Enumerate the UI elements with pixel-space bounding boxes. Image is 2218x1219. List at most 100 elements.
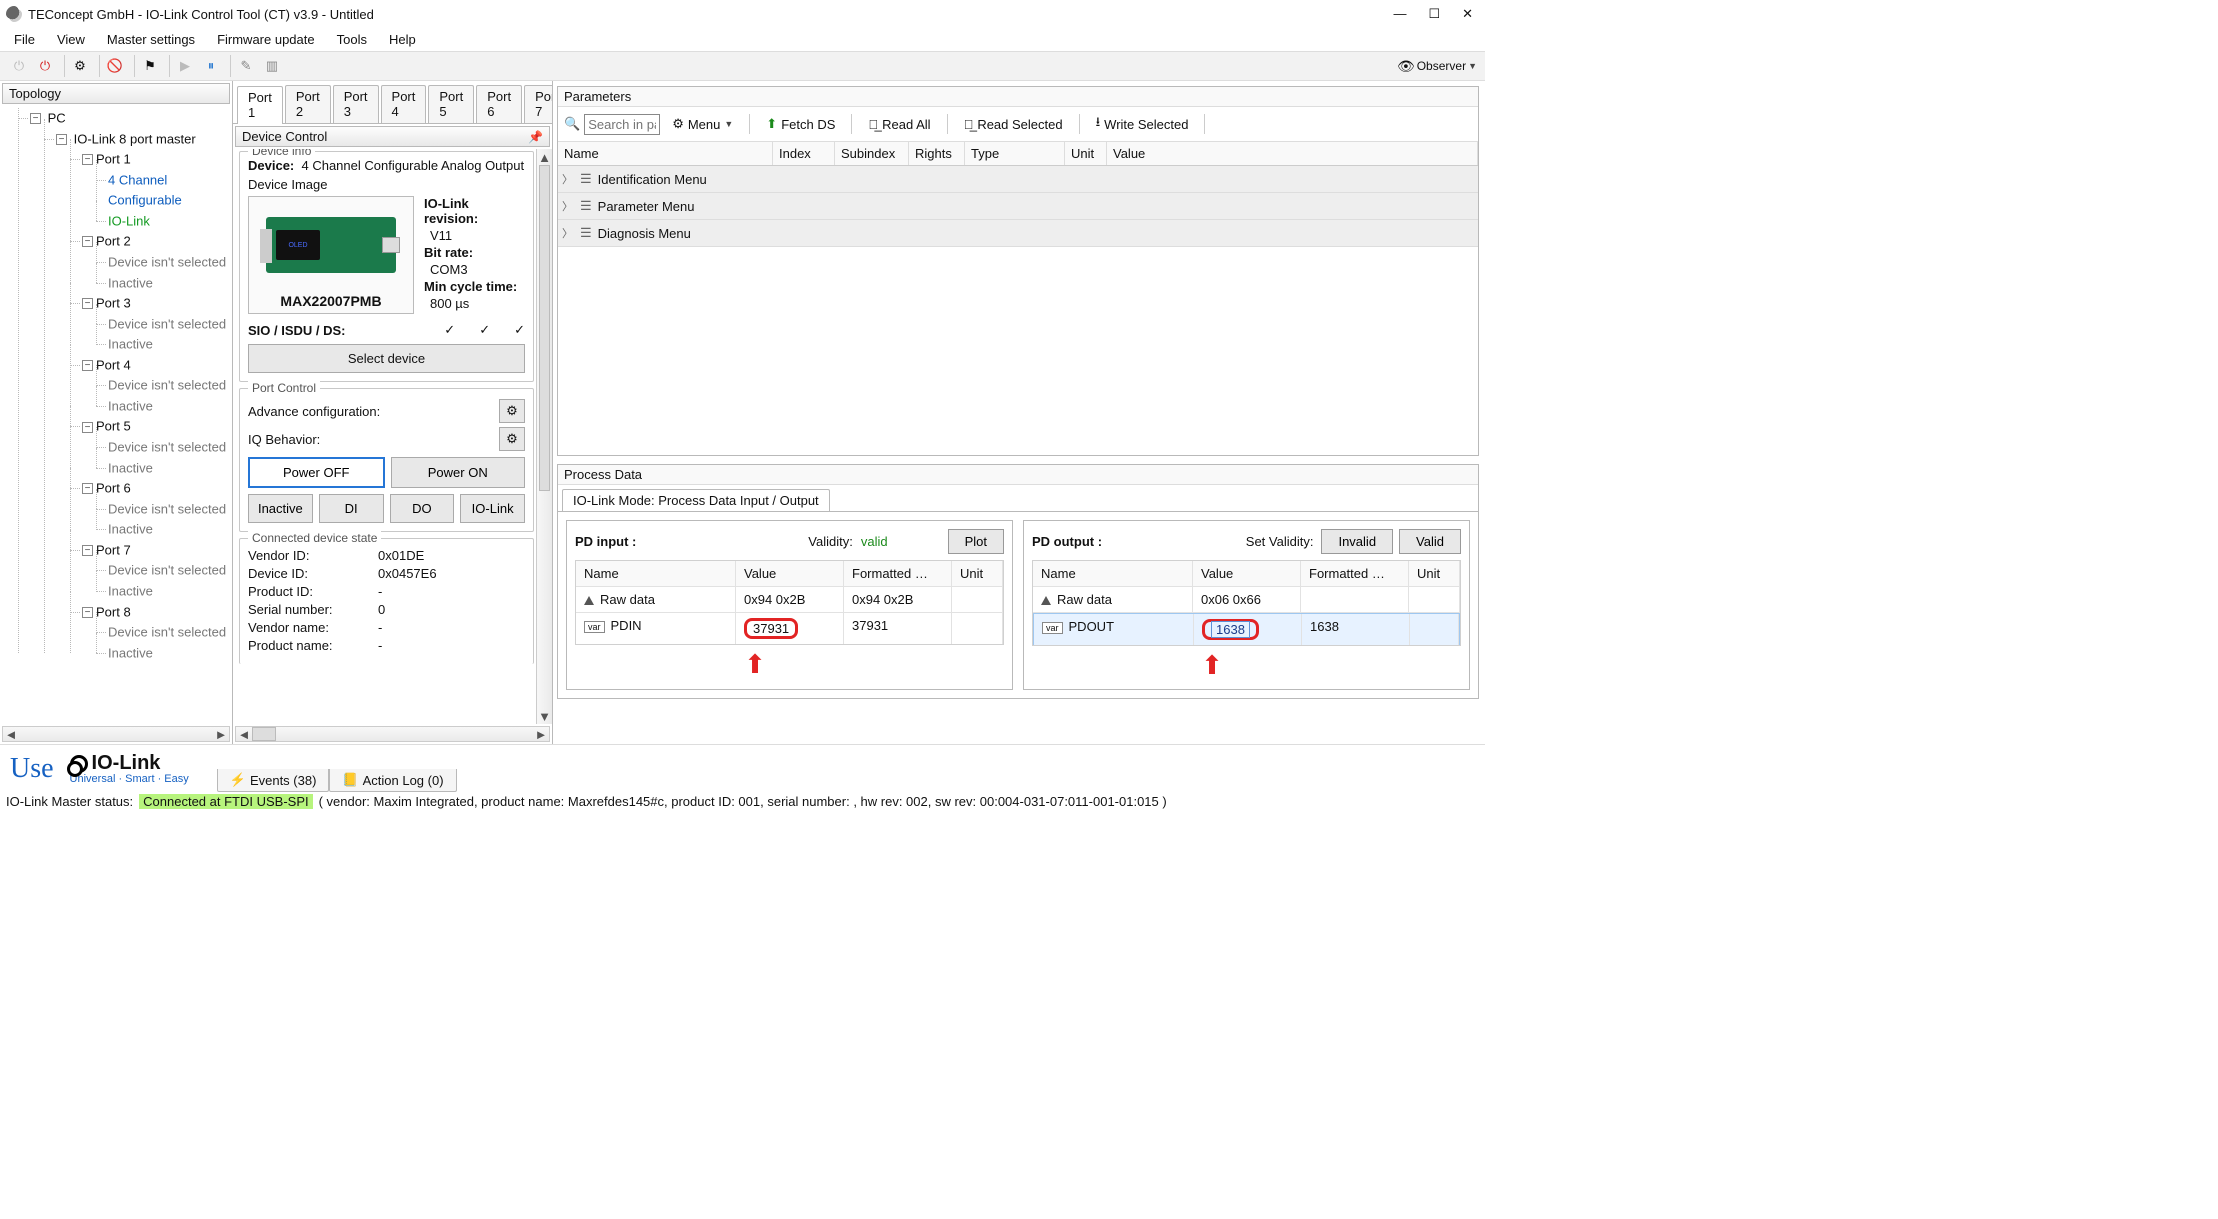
scroll-left-icon[interactable]: ◄ xyxy=(236,727,252,741)
menu-help[interactable]: Help xyxy=(389,32,416,47)
tree-master[interactable]: IO-Link 8 port master xyxy=(74,131,196,146)
iq-behavior-gear[interactable]: ⚙ xyxy=(499,427,525,451)
col-value[interactable]: Value xyxy=(1107,142,1478,165)
tree-leaf[interactable]: Inactive xyxy=(108,398,153,413)
col-unit[interactable]: Unit xyxy=(1409,561,1460,586)
port-tab[interactable]: Port 1 xyxy=(237,86,283,124)
fetch-ds-button[interactable]: ⬆Fetch DS xyxy=(758,113,843,135)
port-tab[interactable]: Port 2 xyxy=(285,85,331,123)
tree-port[interactable]: Port 4 xyxy=(96,357,131,372)
tree-port[interactable]: Port 5 xyxy=(96,419,131,434)
write-selected-button[interactable]: ⭳Write Selected xyxy=(1088,110,1197,138)
scroll-left-icon[interactable]: ◄ xyxy=(3,727,19,741)
read-selected-button[interactable]: ⭳̲Read Selected xyxy=(956,114,1071,135)
tb-flag-icon[interactable]: ⚑ xyxy=(139,55,161,77)
search-input[interactable] xyxy=(584,114,660,135)
topology-h-scrollbar[interactable]: ◄ ► xyxy=(2,726,230,742)
tree-leaf[interactable]: Device isn't selected xyxy=(108,501,226,516)
scroll-down-icon[interactable]: ▼ xyxy=(537,708,552,724)
device-h-scrollbar[interactable]: ◄ ► xyxy=(235,726,550,742)
menu-master[interactable]: Master settings xyxy=(107,32,195,47)
port-tab[interactable]: Port 5 xyxy=(428,85,474,123)
plot-button[interactable]: Plot xyxy=(948,529,1004,554)
menu-firmware[interactable]: Firmware update xyxy=(217,32,315,47)
valid-button[interactable]: Valid xyxy=(1399,529,1461,554)
window-minimize[interactable]: — xyxy=(1393,6,1406,22)
col-fmt[interactable]: Formatted … xyxy=(844,561,952,586)
tree-leaf[interactable]: 4 Channel Configurable xyxy=(108,172,182,208)
port-tab[interactable]: Port 7 xyxy=(524,85,553,123)
tree-leaf[interactable]: Inactive xyxy=(108,460,153,475)
col-type[interactable]: Type xyxy=(965,142,1065,165)
tree-leaf[interactable]: Device isn't selected xyxy=(108,625,226,640)
col-name[interactable]: Name xyxy=(1033,561,1193,586)
power-on-button[interactable]: Power ON xyxy=(391,457,526,488)
tree-leaf[interactable]: Inactive xyxy=(108,645,153,660)
window-close[interactable]: ✕ xyxy=(1462,6,1473,22)
chevron-right-icon[interactable]: 〉 xyxy=(562,198,574,214)
port-tab[interactable]: Port 4 xyxy=(381,85,427,123)
tree-toggle[interactable]: − xyxy=(30,113,41,124)
chevron-right-icon[interactable]: 〉 xyxy=(562,171,574,187)
col-rights[interactable]: Rights xyxy=(909,142,965,165)
observer-dropdown[interactable]: 👁 Observer ▼ xyxy=(1397,58,1477,75)
topology-tree[interactable]: − PC − IO-Link 8 port master −Port 14 Ch… xyxy=(0,106,232,726)
menu-dropdown[interactable]: ⚙Menu ▼ xyxy=(664,113,741,135)
advance-config-gear[interactable]: ⚙ xyxy=(499,399,525,423)
tree-toggle[interactable]: − xyxy=(82,483,93,494)
port-tab[interactable]: Port 3 xyxy=(333,85,379,123)
device-v-scrollbar[interactable]: ▲ ▼ xyxy=(536,149,552,724)
search-icon[interactable]: 🔍 xyxy=(564,116,580,132)
di-button[interactable]: DI xyxy=(319,494,384,523)
scroll-right-icon[interactable]: ► xyxy=(533,727,549,741)
col-subindex[interactable]: Subindex xyxy=(835,142,909,165)
tree-port[interactable]: Port 6 xyxy=(96,481,131,496)
tree-toggle[interactable]: − xyxy=(82,545,93,556)
col-value[interactable]: Value xyxy=(736,561,844,586)
parameter-row[interactable]: 〉☰Diagnosis Menu xyxy=(558,220,1478,247)
pin-icon[interactable]: 📌 xyxy=(528,130,543,144)
tree-leaf[interactable]: Inactive xyxy=(108,337,153,352)
scroll-up-icon[interactable]: ▲ xyxy=(537,149,552,165)
tree-leaf[interactable]: Inactive xyxy=(108,584,153,599)
tree-toggle[interactable]: − xyxy=(82,236,93,247)
inactive-button[interactable]: Inactive xyxy=(248,494,313,523)
col-index[interactable]: Index xyxy=(773,142,835,165)
events-tab[interactable]: ⚡Events (38) xyxy=(217,769,330,792)
tree-root[interactable]: PC xyxy=(48,111,66,126)
tree-leaf[interactable]: Device isn't selected xyxy=(108,255,226,270)
tree-toggle[interactable]: − xyxy=(82,360,93,371)
tb-play-icon[interactable]: ▶ xyxy=(174,55,196,77)
pdin-value[interactable]: 37931 xyxy=(753,621,789,636)
power-off-button[interactable]: Power OFF xyxy=(248,457,385,488)
tree-leaf[interactable]: Device isn't selected xyxy=(108,563,226,578)
tree-port[interactable]: Port 7 xyxy=(96,542,131,557)
tb-chip-icon[interactable]: ▥ xyxy=(261,55,283,77)
menu-tools[interactable]: Tools xyxy=(337,32,367,47)
col-unit[interactable]: Unit xyxy=(1065,142,1107,165)
tree-port[interactable]: Port 2 xyxy=(96,234,131,249)
process-mode-tab[interactable]: IO-Link Mode: Process Data Input / Outpu… xyxy=(562,489,830,511)
tree-leaf[interactable]: IO-Link xyxy=(108,213,150,228)
do-button[interactable]: DO xyxy=(390,494,455,523)
menu-view[interactable]: View xyxy=(57,32,85,47)
tb-power-red-icon[interactable]: ⏻ xyxy=(34,55,56,77)
tree-port[interactable]: Port 3 xyxy=(96,296,131,311)
tree-toggle[interactable]: − xyxy=(56,134,67,145)
tree-toggle[interactable]: − xyxy=(82,154,93,165)
select-device-button[interactable]: Select device xyxy=(248,344,525,373)
tree-port[interactable]: Port 8 xyxy=(96,604,131,619)
tb-pause-icon[interactable]: ⏸ xyxy=(200,55,222,77)
tree-toggle[interactable]: − xyxy=(82,298,93,309)
tree-toggle[interactable]: − xyxy=(82,422,93,433)
col-name[interactable]: Name xyxy=(576,561,736,586)
menu-file[interactable]: File xyxy=(14,32,35,47)
tree-leaf[interactable]: Device isn't selected xyxy=(108,378,226,393)
iolink-button[interactable]: IO-Link xyxy=(460,494,525,523)
parameter-row[interactable]: 〉☰Parameter Menu xyxy=(558,193,1478,220)
chevron-right-icon[interactable]: 〉 xyxy=(562,225,574,241)
window-maximize[interactable]: ☐ xyxy=(1428,6,1440,22)
invalid-button[interactable]: Invalid xyxy=(1321,529,1393,554)
col-value[interactable]: Value xyxy=(1193,561,1301,586)
col-fmt[interactable]: Formatted … xyxy=(1301,561,1409,586)
